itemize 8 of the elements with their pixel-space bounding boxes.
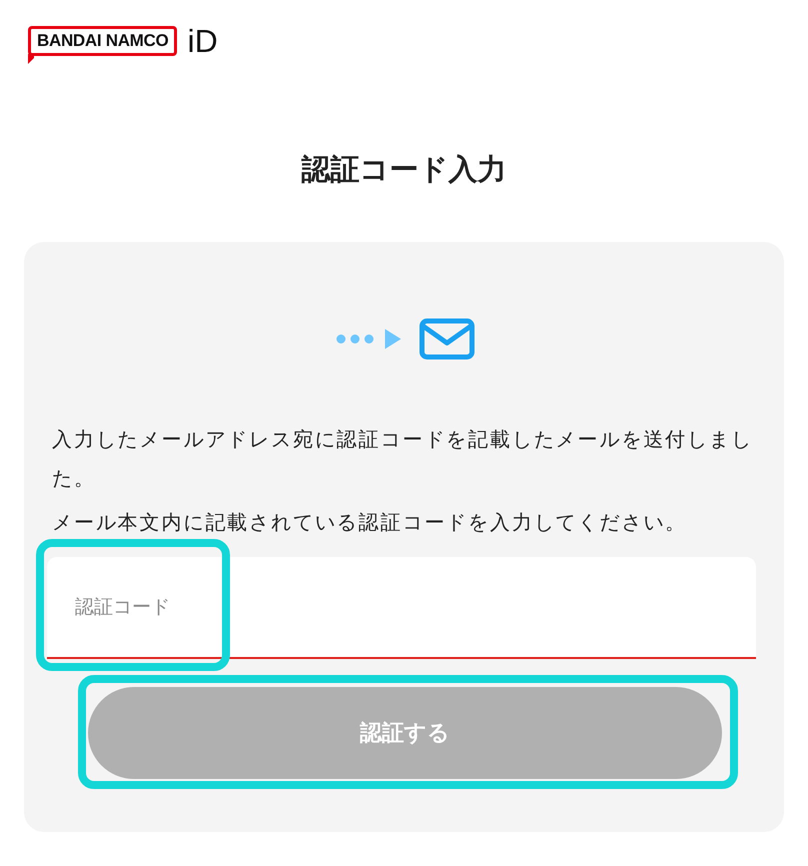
dotted-arrow-icon xyxy=(334,329,402,349)
logo: BANDAI NAMCO xyxy=(28,26,178,64)
code-input-field[interactable]: 認証コード xyxy=(47,557,756,659)
instruction-text: メール本文内に記載されている認証コードを入力してください。 xyxy=(52,509,688,536)
logo-suffix: iD xyxy=(187,25,218,57)
instruction-text: 入力したメールアドレス宛に認証コードを記載したメールを送付しました。 xyxy=(52,426,754,492)
envelope-icon xyxy=(418,318,474,360)
page-title: 認証コード入力 xyxy=(302,151,506,188)
